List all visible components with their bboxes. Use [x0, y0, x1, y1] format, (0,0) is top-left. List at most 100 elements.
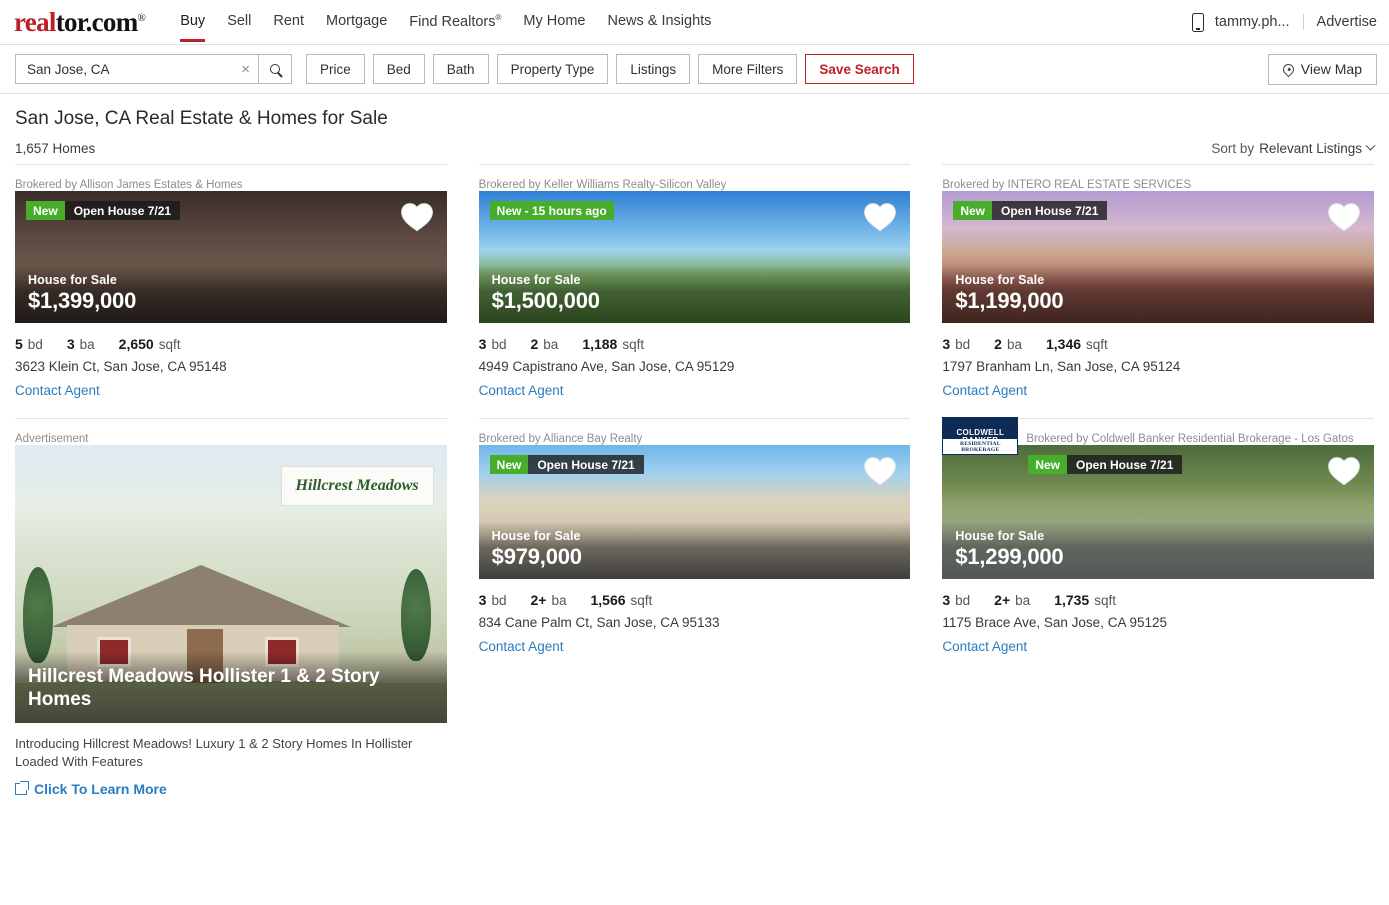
photo-badges: New Open House 7/21: [489, 455, 644, 474]
realtor-logo[interactable]: realtor.com®: [14, 6, 146, 37]
listing-card[interactable]: Brokered by Allison James Estates & Home…: [15, 164, 447, 406]
beds-label: bd: [491, 593, 507, 608]
broker-name: Brokered by Keller Williams Realty-Silic…: [478, 179, 727, 191]
save-favorite-heart-icon[interactable]: [1325, 199, 1363, 238]
baths-value: 2+: [994, 592, 1011, 608]
contact-agent-link[interactable]: Contact Agent: [479, 639, 911, 654]
ad-tree-icon: [400, 569, 431, 661]
listing-status: House for Sale: [955, 529, 1045, 543]
ad-learn-more-link[interactable]: Click To Learn More: [15, 781, 447, 797]
listing-photo[interactable]: New Open House 7/21 House for Sale $1,19…: [942, 191, 1374, 323]
listing-status: House for Sale: [955, 273, 1045, 287]
badge-new: New: [953, 201, 993, 220]
baths-label: ba: [1015, 593, 1031, 608]
view-map-label: View Map: [1300, 61, 1362, 77]
listing-status: House for Sale: [491, 273, 581, 287]
search-box[interactable]: ×: [15, 54, 258, 84]
chevron-down-icon: [1365, 140, 1376, 151]
clear-search-icon[interactable]: ×: [236, 62, 250, 77]
card-ad-label-row: Advertisement: [15, 418, 447, 445]
page-title: San Jose, CA Real Estate & Homes for Sal…: [15, 108, 388, 129]
nav-label-rent: Rent: [273, 13, 305, 30]
advertisement-image[interactable]: Hillcrest Meadows Hillcrest Meadows Holl…: [15, 445, 447, 723]
listing-status: House for Sale: [28, 273, 117, 287]
listing-photo[interactable]: New - 15 hours ago House for Sale $1,500…: [478, 191, 911, 323]
user-account-menu[interactable]: tammy.ph...: [1215, 14, 1304, 30]
find-realtors-registered-mark: ®: [495, 13, 502, 23]
filter-bed-button[interactable]: Bed: [372, 54, 425, 84]
nav-item-buy[interactable]: Buy: [169, 1, 216, 43]
save-favorite-heart-icon[interactable]: [861, 199, 899, 238]
card-broker-row: COLDWELL BANKER RESIDENTIAL BROKERAGE Br…: [942, 417, 1374, 455]
sqft-value: 1,188: [582, 336, 618, 352]
baths-label: ba: [551, 593, 567, 608]
listing-photo[interactable]: New Open House 7/21 House for Sale $1,29…: [942, 445, 1374, 579]
listing-facts: 5 bd 3 ba 2,650 sqft: [15, 336, 447, 352]
ad-learn-more-label: Click To Learn More: [34, 781, 167, 798]
price-overlay: House for Sale $979,000: [478, 521, 911, 579]
filter-listings-button[interactable]: Listings: [616, 54, 691, 84]
beds-label: bd: [27, 337, 43, 352]
save-favorite-heart-icon[interactable]: [861, 453, 899, 492]
filter-property-type-button[interactable]: Property Type: [496, 54, 609, 84]
save-favorite-heart-icon[interactable]: [1325, 453, 1363, 492]
listing-card[interactable]: Brokered by Keller Williams Realty-Silic…: [478, 164, 911, 406]
nav-item-sell[interactable]: Sell: [216, 1, 262, 42]
listing-photo[interactable]: New Open House 7/21 House for Sale $1,39…: [15, 191, 447, 323]
baths-value: 2: [530, 336, 539, 352]
baths-value: 2+: [530, 592, 547, 608]
broker-name: Brokered by Alliance Bay Realty: [478, 433, 643, 445]
listing-price: $1,299,000: [955, 544, 1064, 569]
listing-photo[interactable]: New Open House 7/21 House for Sale $979,…: [478, 445, 911, 579]
advertise-link[interactable]: Advertise: [1304, 14, 1377, 30]
filter-more-filters-button[interactable]: More Filters: [698, 54, 798, 84]
nav-item-mortgage[interactable]: Mortgage: [315, 1, 398, 42]
sort-by-value: Relevant Listings: [1259, 141, 1362, 156]
contact-agent-link[interactable]: Contact Agent: [479, 383, 911, 398]
sqft-value: 1,566: [590, 592, 626, 608]
sqft-value: 1,346: [1045, 336, 1082, 352]
search-input[interactable]: [25, 60, 237, 78]
listing-card[interactable]: COLDWELL BANKER RESIDENTIAL BROKERAGE Br…: [942, 417, 1374, 805]
contact-agent-link[interactable]: Contact Agent: [942, 639, 1374, 654]
advertisement-card[interactable]: Advertisement Hillcrest Meadows Hillcres…: [15, 418, 447, 805]
nav-item-rent[interactable]: Rent: [262, 1, 315, 42]
sqft-label: sqft: [1086, 337, 1108, 352]
listing-price: $1,199,000: [955, 288, 1064, 313]
logo-text-tor: tor.com: [55, 6, 139, 37]
view-map-button[interactable]: View Map: [1267, 53, 1377, 85]
listing-facts: 3 bd 2 ba 1,346 sqft: [942, 336, 1374, 352]
listing-card[interactable]: Brokered by Alliance Bay Realty New Open…: [478, 418, 911, 805]
listing-price: $979,000: [491, 544, 582, 569]
ad-title: Hillcrest Meadows Hollister 1 & 2 Story …: [15, 650, 447, 723]
homes-count: 1,657 Homes: [15, 141, 96, 156]
contact-agent-link[interactable]: Contact Agent: [942, 383, 1374, 398]
results-heading-zone: San Jose, CA Real Estate & Homes for Sal…: [0, 94, 1389, 156]
mobile-phone-icon: [1191, 12, 1204, 32]
listing-card[interactable]: Brokered by INTERO REAL ESTATE SERVICES …: [942, 164, 1374, 406]
filter-bath-button[interactable]: Bath: [432, 54, 489, 84]
nav-label-mortgage: Mortgage: [326, 13, 388, 30]
sort-by-label: Sort by: [1211, 141, 1255, 156]
contact-agent-link[interactable]: Contact Agent: [15, 383, 447, 398]
card-broker-row: Brokered by Keller Williams Realty-Silic…: [478, 164, 911, 191]
baths-label: ba: [79, 337, 95, 352]
logo-text-real: real: [14, 6, 56, 37]
nav-item-my-home[interactable]: My Home: [512, 1, 596, 42]
save-search-button[interactable]: Save Search: [805, 54, 914, 84]
results-subrow: 1,657 Homes Sort by Relevant Listings: [15, 140, 1376, 156]
nav-item-find-realtors[interactable]: Find Realtors®: [398, 1, 512, 43]
sqft-label: sqft: [158, 337, 181, 352]
filter-price-button[interactable]: Price: [306, 54, 365, 84]
sort-by-dropdown[interactable]: Sort by Relevant Listings: [1211, 140, 1376, 156]
nav-item-news-insights[interactable]: News & Insights: [596, 1, 722, 42]
save-favorite-heart-icon[interactable]: [398, 199, 436, 238]
card-broker-row: Brokered by Alliance Bay Realty: [478, 418, 911, 445]
broker-name: Brokered by INTERO REAL ESTATE SERVICES: [942, 179, 1192, 191]
badge-new: New - 15 hours ago: [489, 201, 614, 220]
ad-description: Introducing Hillcrest Meadows! Luxury 1 …: [15, 736, 413, 769]
external-link-icon: [15, 781, 29, 796]
search-submit-button[interactable]: [258, 54, 292, 84]
photo-badges: New Open House 7/21: [953, 201, 1108, 220]
baths-value: 2: [994, 336, 1002, 352]
